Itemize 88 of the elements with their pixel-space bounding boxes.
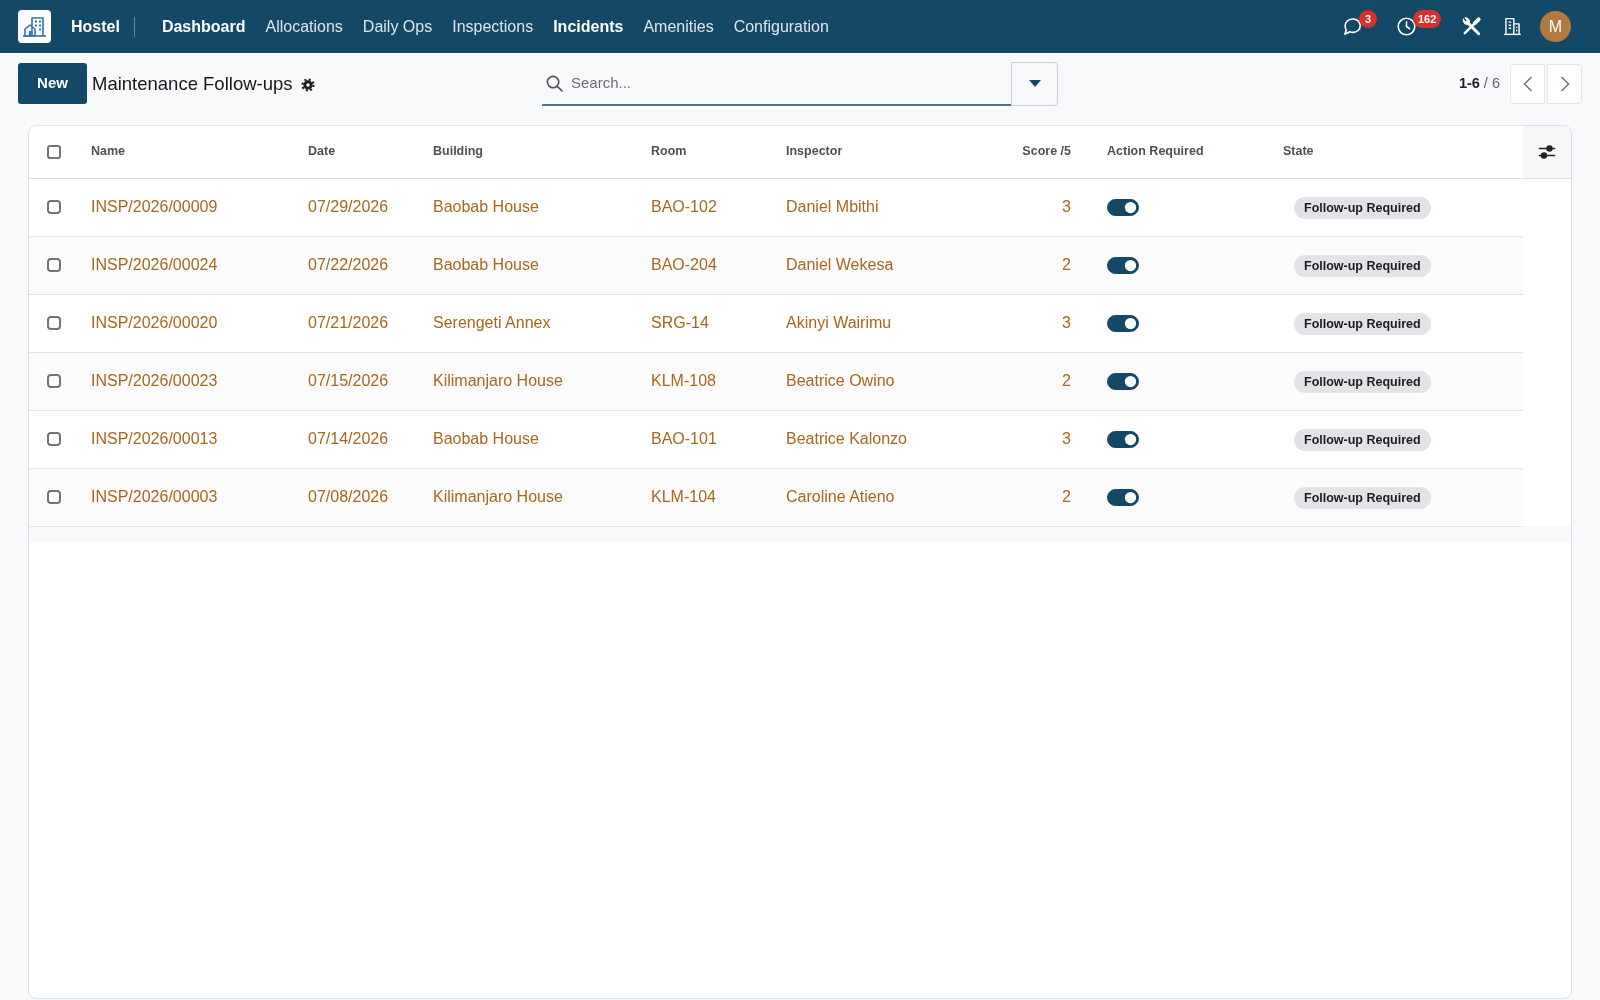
- table-cell: 07/22/2026: [296, 236, 421, 294]
- menu-item[interactable]: Configuration: [723, 14, 839, 39]
- new-button[interactable]: New: [18, 63, 87, 104]
- table-cell: Kilimanjaro House: [421, 352, 639, 410]
- table-cell: BAO-101: [639, 410, 774, 468]
- table-cell: Baobab House: [421, 236, 639, 294]
- table-cell: 07/21/2026: [296, 294, 421, 352]
- table-cell: 07/08/2026: [296, 468, 421, 526]
- row-checkbox[interactable]: [47, 258, 61, 272]
- status-tag: Follow-up Required: [1294, 254, 1431, 278]
- toggle-switch[interactable]: [1107, 372, 1139, 390]
- table-cell: Serengeti Annex: [421, 294, 639, 352]
- column-header[interactable]: Inspector: [774, 126, 974, 178]
- column-header[interactable]: Building: [421, 126, 639, 178]
- tools-icon[interactable]: [1460, 15, 1483, 38]
- table-cell: 3: [974, 410, 1095, 468]
- row-checkbox[interactable]: [47, 316, 61, 330]
- row-checkbox[interactable]: [47, 200, 61, 214]
- building-icon[interactable]: [1502, 16, 1523, 37]
- row-checkbox[interactable]: [47, 374, 61, 388]
- app-name[interactable]: Hostel: [71, 14, 120, 39]
- table-cell: INSP/2026/00024: [79, 236, 296, 294]
- chevron-right-icon: [1559, 75, 1570, 92]
- row-checkbox[interactable]: [47, 432, 61, 446]
- row-checkbox[interactable]: [47, 490, 61, 504]
- caret-icon: [1028, 80, 1041, 87]
- column-header[interactable]: Score /5: [974, 126, 1095, 178]
- status-tag: Follow-up Required: [1294, 486, 1431, 510]
- toggle-switch[interactable]: [1107, 314, 1139, 332]
- table-cell: 07/29/2026: [296, 178, 421, 236]
- column-header[interactable]: Room: [639, 126, 774, 178]
- chevron-left-icon: [1522, 75, 1533, 92]
- page-title: Maintenance Follow-ups: [92, 71, 293, 96]
- unread-count-badge: 3: [1359, 10, 1377, 28]
- table-cell: INSP/2026/00003: [79, 468, 296, 526]
- table-cell: BAO-102: [639, 178, 774, 236]
- table-cell: Baobab House: [421, 178, 639, 236]
- table-cell: 2: [974, 352, 1095, 410]
- menu-item[interactable]: Allocations: [255, 14, 353, 39]
- table-cell: INSP/2026/00020: [79, 294, 296, 352]
- status-tag: Follow-up Required: [1294, 196, 1431, 220]
- table-cell: 3: [974, 178, 1095, 236]
- toggle-switch[interactable]: [1107, 488, 1139, 506]
- menu-item[interactable]: Daily Ops: [352, 14, 443, 39]
- toggle-switch[interactable]: [1107, 198, 1139, 216]
- table-cell: Akinyi Wairimu: [774, 294, 974, 352]
- app-logo-icon[interactable]: [18, 10, 51, 43]
- table-cell: 2: [974, 468, 1095, 526]
- pager-range: 1-6 / 6: [1458, 73, 1500, 93]
- table-cell: Baobab House: [421, 410, 639, 468]
- table-cell: Kilimanjaro House: [421, 468, 639, 526]
- menu-item[interactable]: Incidents: [543, 14, 634, 39]
- table-cell: KLM-108: [639, 352, 774, 410]
- search-icon: [546, 74, 563, 92]
- table-cell: Daniel Mbithi: [774, 178, 974, 236]
- status-tag: Follow-up Required: [1294, 370, 1431, 394]
- table-cell: 3: [974, 294, 1095, 352]
- table-cell: INSP/2026/00013: [79, 410, 296, 468]
- clock-icon[interactable]: [1396, 16, 1417, 37]
- table-cell: 07/15/2026: [296, 352, 421, 410]
- table-cell: SRG-14: [639, 294, 774, 352]
- table-cell: INSP/2026/00023: [79, 352, 296, 410]
- status-tag: Follow-up Required: [1294, 312, 1431, 336]
- table-cell: Caroline Atieno: [774, 468, 974, 526]
- gear-icon[interactable]: [300, 78, 315, 92]
- table-cell: KLM-104: [639, 468, 774, 526]
- menu-item[interactable]: Inspections: [442, 14, 544, 39]
- column-header[interactable]: Action Required: [1095, 126, 1271, 178]
- status-tag: Follow-up Required: [1294, 428, 1431, 452]
- user-avatar[interactable]: M: [1540, 11, 1571, 42]
- column-header[interactable]: Name: [79, 126, 296, 178]
- select-all-checkbox[interactable]: [47, 144, 61, 159]
- chat-bubble-icon[interactable]: [1342, 16, 1363, 37]
- table-cell: Beatrice Kalonzo: [774, 410, 974, 468]
- column-header[interactable]: Date: [296, 126, 421, 178]
- toggle-switch[interactable]: [1107, 256, 1139, 274]
- activity-count-badge: 162: [1413, 10, 1442, 28]
- sliders-icon[interactable]: [1538, 143, 1556, 162]
- table-cell: 07/14/2026: [296, 410, 421, 468]
- table-cell: Daniel Wekesa: [774, 236, 974, 294]
- table-cell: INSP/2026/00009: [79, 178, 296, 236]
- search-field[interactable]: Search...: [542, 61, 1011, 106]
- toggle-switch[interactable]: [1107, 430, 1139, 448]
- menu-item[interactable]: Dashboard: [151, 14, 256, 39]
- table-cell: 2: [974, 236, 1095, 294]
- menu-item[interactable]: Amenities: [633, 14, 724, 39]
- table-cell: Beatrice Owino: [774, 352, 974, 410]
- table-cell: BAO-204: [639, 236, 774, 294]
